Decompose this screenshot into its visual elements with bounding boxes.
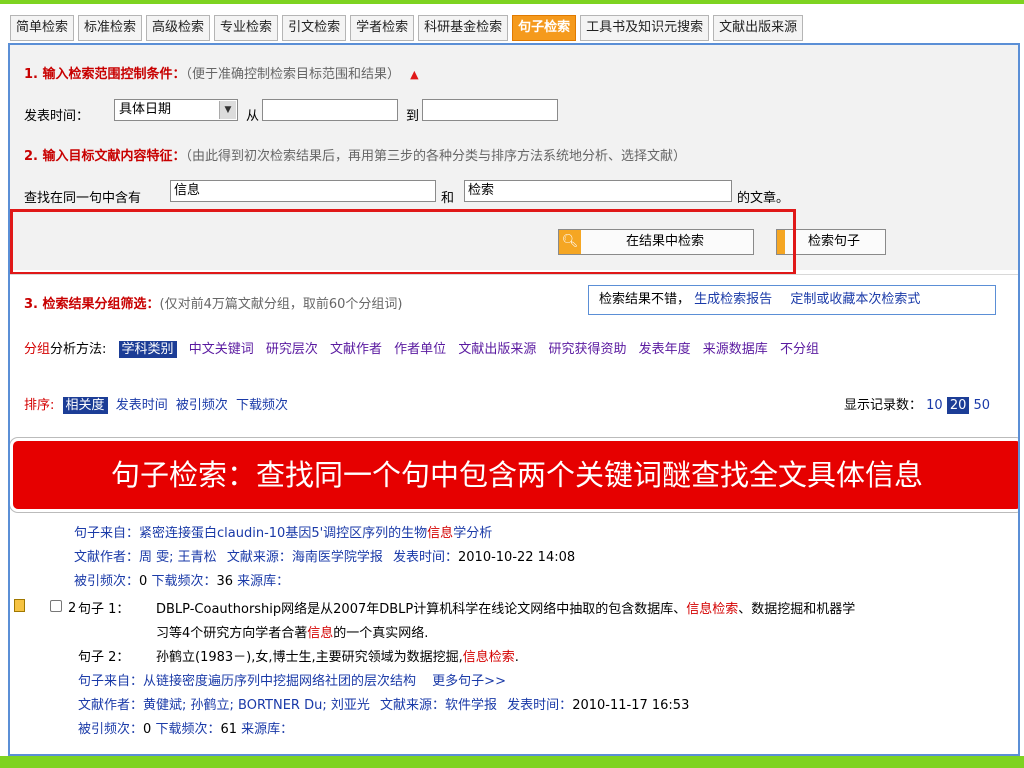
result2-sentence2-label: 句子 2：: [78, 650, 130, 665]
result1-source-label: 句子来自：: [74, 526, 140, 541]
date-to-label: 到: [406, 109, 420, 124]
tab-standard-search[interactable]: 标准检索: [78, 15, 143, 41]
search-panel: 1. 输入检索范围控制条件：（便于准确控制检索目标范围和结果） ▲ 发表时间： …: [8, 43, 1020, 756]
page-size-row: 显示记录数： 10 20 50: [844, 394, 991, 414]
form-divider: [10, 274, 1018, 275]
book-icon: [14, 599, 25, 612]
collapse-arrow-icon[interactable]: ▲: [410, 68, 418, 81]
step3-title: 3. 检索结果分组筛选：: [24, 297, 160, 312]
group-option-fund[interactable]: 研究获得资助: [548, 342, 626, 357]
group-option-year[interactable]: 发表年度: [639, 342, 691, 357]
generate-report-link[interactable]: 生成检索报告: [694, 292, 772, 307]
step2-title: 2. 输入目标文献内容特征：: [24, 149, 186, 164]
group-option-keyword[interactable]: 中文关键词: [189, 342, 254, 357]
tab-simple-search[interactable]: 简单检索: [10, 15, 75, 41]
result2-meta-line: 文献作者：黄健斌; 孙鹤立; BORTNER Du; 刘亚光 文献来源：软件学报…: [78, 698, 690, 713]
sort-row: 排序: 相关度 发表时间 被引频次 下载频次: [24, 394, 288, 414]
step1-heading: 1. 输入检索范围控制条件：（便于准确控制检索目标范围和结果） ▲: [24, 63, 419, 82]
group-option-level[interactable]: 研究层次: [266, 342, 318, 357]
highlight-box: [10, 209, 796, 275]
more-sentences-link[interactable]: 更多句子>>: [432, 674, 506, 689]
result2-checkbox[interactable]: [50, 600, 62, 612]
result2-sentence1-line2: 习等4个研究方向学者合著信息的一个真实网络.: [156, 626, 429, 641]
tab-scholar-search[interactable]: 学者检索: [350, 15, 415, 41]
date-from-label: 从: [246, 109, 260, 124]
step2-hint: （由此得到初次检索结果后，再用第三步的各种分类与排序方法系统地分析、选择文献）: [185, 149, 687, 164]
sort-label: 排序:: [24, 398, 55, 413]
page-size-label: 显示记录数：: [844, 398, 923, 413]
group-option-author[interactable]: 文献作者: [330, 342, 382, 357]
group-option-subject[interactable]: 学科类别: [118, 341, 177, 358]
callout-banner: 句子检索：查找同一个句中包含两个关键词醚查找全文具体信息: [10, 438, 1018, 512]
date-label: 发表时间：: [24, 109, 90, 124]
result2-time: 2010-11-17 16:53: [572, 698, 690, 713]
result2-cited: 0: [143, 722, 152, 737]
sentence-prefix: 查找在同一句中含有: [24, 191, 142, 206]
step2-heading: 2. 输入目标文献内容特征：（由此得到初次检索结果后，再用第三步的各种分类与排序…: [24, 145, 686, 164]
step3-hint: (仅对前4万篇文献分组，取前60个分组词): [159, 297, 403, 312]
result2-source-title[interactable]: 从链接密度遍历序列中挖掘网络社团的层次结构: [143, 674, 416, 689]
step3-heading: 3. 检索结果分组筛选：(仅对前4万篇文献分组，取前60个分组词): [24, 293, 402, 312]
tab-reference-search[interactable]: 工具书及知识元搜索: [580, 15, 710, 41]
tab-advanced-search[interactable]: 高级检索: [146, 15, 211, 41]
result1-time: 2010-10-22 14:08: [458, 550, 576, 565]
result1-source-title[interactable]: 紧密连接蛋白claudin-10基因5'调控区序列的生物信息学分析: [139, 526, 492, 541]
tab-professional-search[interactable]: 专业检索: [214, 15, 279, 41]
chevron-down-icon: ▼: [219, 101, 236, 119]
result2-stats-line: 被引频次：0 下载频次：61 来源库：: [78, 722, 294, 737]
search-type-tabs: 简单检索 标准检索 高级检索 专业检索 引文检索 学者检索 科研基金检索 句子检…: [10, 15, 807, 41]
date-to-input[interactable]: [422, 99, 558, 121]
result2-journal[interactable]: 软件学报: [445, 698, 497, 713]
date-mode-value: 具体日期: [119, 102, 172, 117]
save-query-link[interactable]: 定制或收藏本次检索式: [790, 292, 920, 307]
result1-downloads: 36: [216, 574, 233, 589]
report-prefix: 检索结果不错，: [599, 292, 691, 307]
group-option-none[interactable]: 不分组: [780, 342, 819, 357]
result2-source-line: 句子来自：从链接密度遍历序列中挖掘网络社团的层次结构 更多句子>>: [78, 674, 506, 689]
sort-option-date[interactable]: 发表时间: [116, 398, 168, 413]
keyword2-input[interactable]: 检索: [464, 180, 732, 202]
top-border: [0, 0, 1024, 4]
result1-cited: 0: [139, 574, 148, 589]
and-label: 和: [441, 191, 455, 206]
sort-option-downloads[interactable]: 下载频次: [236, 398, 288, 413]
tab-publication-source[interactable]: 文献出版来源: [713, 15, 804, 41]
sort-option-relevance[interactable]: 相关度: [62, 397, 108, 414]
step1-title: 1. 输入检索范围控制条件：: [24, 67, 186, 82]
result2-sentence1-label: 句子 1：: [78, 602, 130, 617]
tab-fund-search[interactable]: 科研基金检索: [418, 15, 509, 41]
group-option-institution[interactable]: 作者单位: [394, 342, 446, 357]
result1-meta-line: 文献作者：周 雯; 王青松 文献来源：海南医学院学报 发表时间：2010-10-…: [74, 550, 576, 565]
page-size-20[interactable]: 20: [946, 397, 970, 414]
result2-index: 2: [68, 601, 77, 616]
result2-sentence1-line1: DBLP-Coauthorship网络是从2007年DBLP计算机科学在线论文网…: [156, 602, 856, 617]
page-size-10[interactable]: 10: [926, 398, 943, 413]
step1-hint: （便于准确控制检索目标范围和结果）: [185, 67, 401, 82]
grouping-row: 分组分析方法: 学科类别 中文关键词 研究层次 文献作者 作者单位 文献出版来源…: [24, 338, 819, 358]
result2-authors[interactable]: 黄健斌; 孙鹤立; BORTNER Du; 刘亚光: [143, 698, 370, 713]
search-form: 1. 输入检索范围控制条件：（便于准确控制检索目标范围和结果） ▲ 发表时间： …: [10, 45, 1018, 275]
sort-option-citations[interactable]: 被引频次: [176, 398, 228, 413]
grouping-label-red: 分组: [24, 342, 51, 357]
tab-sentence-search[interactable]: 句子检索: [512, 15, 577, 41]
result1-authors[interactable]: 周 雯; 王青松: [139, 550, 217, 565]
tab-citation-search[interactable]: 引文检索: [282, 15, 347, 41]
result2-sentence2: 孙鹤立(1983－),女,博士生,主要研究领域为数据挖掘,信息检索.: [156, 650, 519, 665]
grouping-label: 分析方法:: [50, 342, 107, 357]
result1-stats-line: 被引频次：0 下载频次：36 来源库：: [74, 574, 290, 589]
sentence-suffix: 的文章。: [737, 191, 790, 206]
keyword1-input[interactable]: 信息: [170, 180, 436, 202]
date-from-input[interactable]: [262, 99, 398, 121]
bottom-border: [0, 756, 1024, 768]
date-mode-select[interactable]: 具体日期 ▼: [114, 99, 238, 121]
report-box: 检索结果不错， 生成检索报告 定制或收藏本次检索式: [588, 285, 996, 315]
group-option-database[interactable]: 来源数据库: [703, 342, 768, 357]
result1-journal[interactable]: 海南医学院学报: [292, 550, 383, 565]
result1-source-line: 句子来自：紧密连接蛋白claudin-10基因5'调控区序列的生物信息学分析: [74, 522, 492, 541]
page-size-50[interactable]: 50: [974, 398, 991, 413]
group-option-source[interactable]: 文献出版来源: [458, 342, 536, 357]
result2-downloads: 61: [220, 722, 237, 737]
